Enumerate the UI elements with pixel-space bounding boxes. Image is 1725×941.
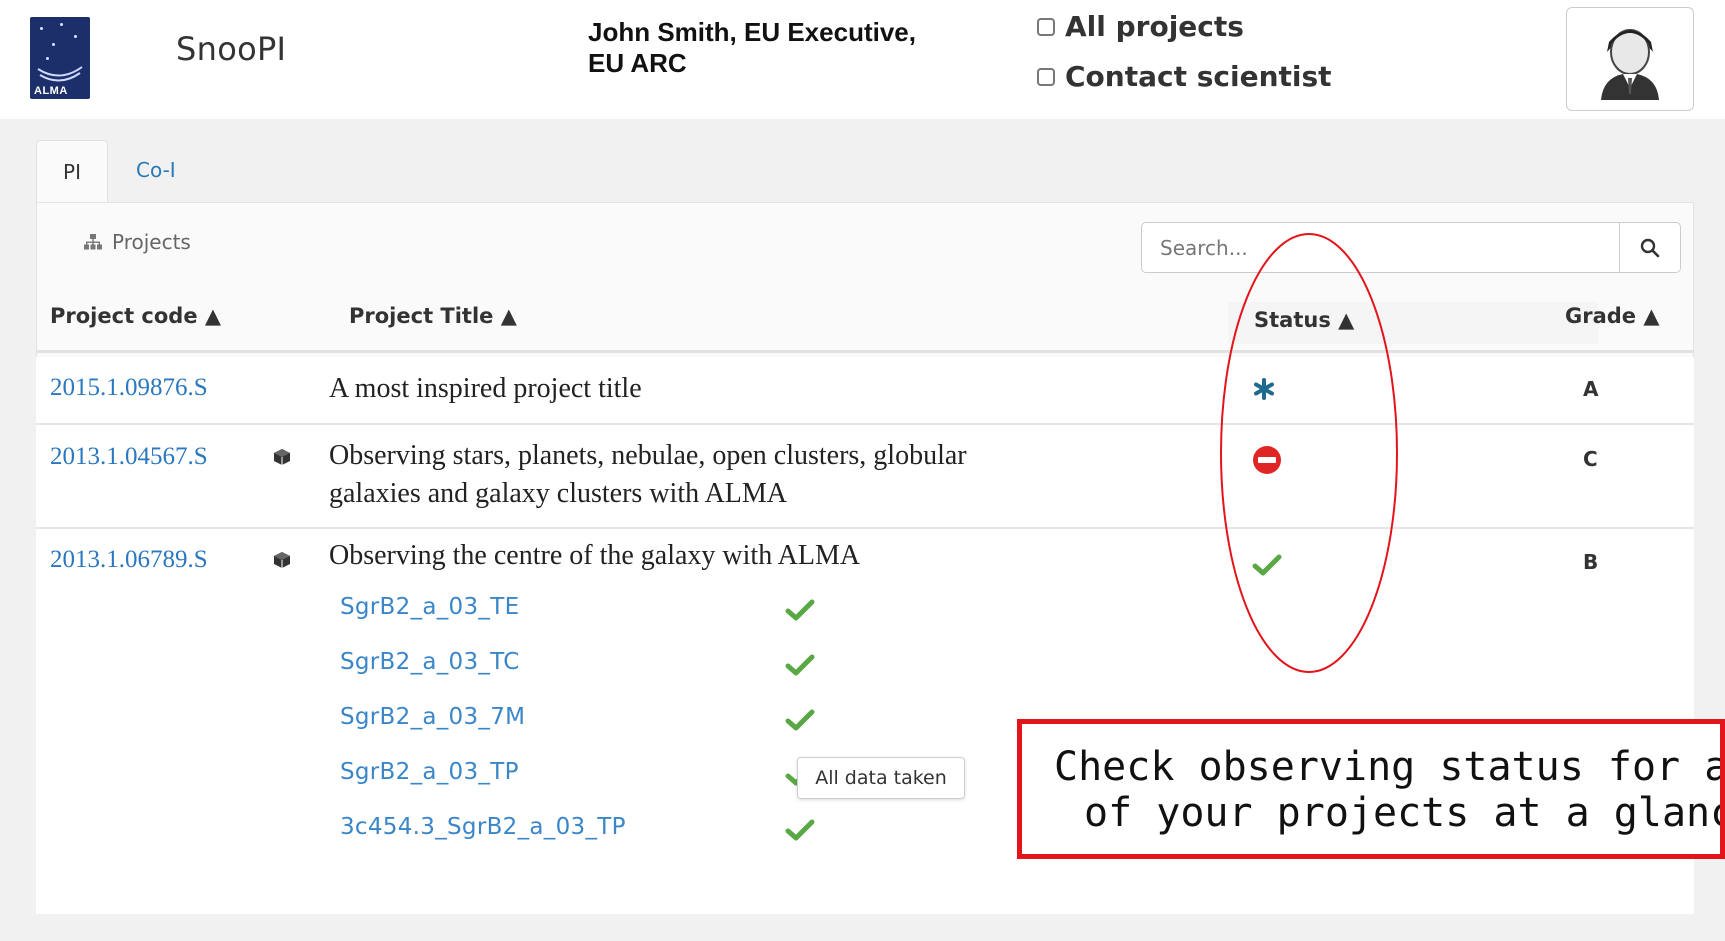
- projects-heading: Projects: [84, 230, 191, 254]
- check-icon: [785, 819, 815, 841]
- logo-star: [74, 35, 77, 38]
- logo-star: [52, 43, 55, 46]
- callout-text: Check observing status for al of your pr…: [1054, 744, 1725, 836]
- alma-logo: ALMA: [30, 17, 90, 99]
- grade-value: A: [1583, 377, 1599, 401]
- checkbox-box[interactable]: [1037, 67, 1055, 86]
- project-title: Observing the centre of the galaxy with …: [329, 540, 861, 571]
- search-icon: [1640, 238, 1660, 257]
- schedblock-link[interactable]: SgrB2_a_03_TP: [340, 759, 519, 785]
- tab-co-i[interactable]: Co-I: [136, 158, 176, 182]
- logo-star: [60, 23, 63, 26]
- user-info-line1: John Smith, EU Executive,: [588, 17, 916, 47]
- project-code-link[interactable]: 2013.1.04567.S: [50, 443, 208, 471]
- column-header-project-title[interactable]: Project Title ▲: [349, 304, 517, 328]
- sitemap-icon: [84, 234, 102, 250]
- search-button[interactable]: [1619, 223, 1680, 272]
- cube-icon: [274, 552, 290, 568]
- grade-value: C: [1583, 447, 1598, 471]
- check-icon: [785, 709, 815, 731]
- project-title: Observing stars, planets, nebulae, open …: [329, 437, 967, 513]
- project-code-link[interactable]: 2013.1.06789.S: [50, 546, 208, 574]
- header-divider: [36, 350, 1694, 353]
- schedblock-link[interactable]: SgrB2_a_03_TC: [340, 649, 520, 675]
- projects-label: Projects: [112, 230, 191, 254]
- checkbox-box[interactable]: [1037, 17, 1055, 36]
- callout-line2: of your projects at a glance: [1084, 790, 1725, 836]
- tab-pi[interactable]: PI: [36, 140, 108, 202]
- schedblock-link[interactable]: SgrB2_a_03_TE: [340, 594, 519, 620]
- user-avatar[interactable]: [1566, 7, 1694, 111]
- user-info: John Smith, EU Executive, EU ARC: [588, 17, 978, 79]
- project-title-line2: galaxies and galaxy clusters with ALMA: [329, 478, 788, 509]
- project-title-line1: Observing stars, planets, nebulae, open …: [329, 440, 967, 471]
- logo-star: [40, 27, 43, 30]
- all-projects-checkbox[interactable]: All projects: [1037, 10, 1244, 43]
- schedblock-link[interactable]: 3c454.3_SgrB2_a_03_TP: [340, 814, 626, 840]
- logo-text: ALMA: [34, 85, 68, 97]
- column-header-project-code[interactable]: Project code ▲: [50, 304, 221, 328]
- logo-star: [46, 57, 49, 60]
- project-title: A most inspired project title: [329, 373, 642, 404]
- app-name: SnooPI: [176, 30, 287, 68]
- contact-scientist-label: Contact scientist: [1065, 60, 1332, 93]
- status-tooltip: All data taken: [797, 757, 965, 799]
- grade-value: B: [1583, 550, 1599, 574]
- cube-icon: [274, 449, 290, 465]
- avatar-icon: [1601, 29, 1659, 100]
- callout-line1: Check observing status for al: [1054, 744, 1725, 790]
- user-info-line2: EU ARC: [588, 48, 687, 78]
- logo-waves: [37, 66, 83, 82]
- column-header-grade[interactable]: Grade ▲: [1565, 304, 1660, 328]
- status-highlight-ellipse: [1220, 233, 1398, 673]
- project-code-link[interactable]: 2015.1.09876.S: [50, 374, 208, 402]
- check-icon: [785, 654, 815, 676]
- annotation-callout: Check observing status for al of your pr…: [1017, 719, 1725, 859]
- all-projects-label: All projects: [1065, 10, 1244, 43]
- schedblock-link[interactable]: SgrB2_a_03_7M: [340, 704, 525, 730]
- table-row: [36, 357, 1694, 423]
- check-icon: [785, 599, 815, 621]
- contact-scientist-checkbox[interactable]: Contact scientist: [1037, 60, 1332, 93]
